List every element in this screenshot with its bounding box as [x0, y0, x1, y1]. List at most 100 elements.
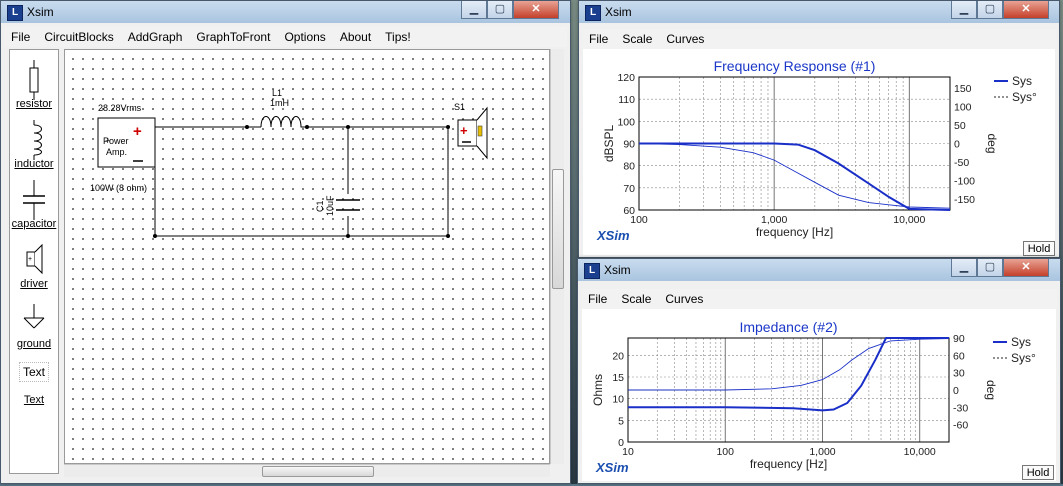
- minimize-button[interactable]: ▁: [951, 1, 977, 19]
- legend-label: Sys: [1011, 335, 1031, 349]
- y2-tick-label: 60: [953, 350, 965, 362]
- xsim-app-icon: L: [7, 5, 23, 21]
- minimize-button[interactable]: ▁: [951, 259, 977, 277]
- close-button[interactable]: ✕: [1003, 1, 1049, 19]
- svg-text:+: +: [28, 256, 32, 263]
- imp-graph-area: 10 100 1,000 10,000 20 15 10 5 0 90 60 30 0 -30 -60 Imp…: [582, 309, 1056, 481]
- palette-resistor[interactable]: resistor: [10, 60, 58, 115]
- circuit-wires: [154, 126, 450, 237]
- y2-axis-label: deg: [985, 133, 999, 153]
- y2-axis-label: deg: [984, 380, 998, 400]
- menu-tips[interactable]: Tips!: [378, 27, 418, 44]
- x-axis-label: frequency [Hz]: [756, 225, 833, 239]
- freq-titlebar[interactable]: L Xsim ▁ ▢ ✕: [579, 1, 1059, 23]
- menu-graphtofront[interactable]: GraphToFront: [189, 27, 277, 44]
- capacitor-value: 10uF: [325, 195, 335, 216]
- y2-tick-label: 150: [954, 83, 972, 95]
- schematic-canvas[interactable]: + + 28.28Vrms Power Amp. 100W (8 ohm) L1…: [64, 49, 550, 464]
- inductor-l1[interactable]: [247, 116, 307, 128]
- window-title: Xsim: [27, 5, 54, 19]
- capacitor-icon: [23, 180, 45, 220]
- chart-title: Impedance (#2): [739, 319, 837, 335]
- palette-label-driver: driver: [20, 278, 48, 290]
- menu-file[interactable]: File: [581, 289, 614, 306]
- frequency-response-chart: 100 1,000 10,00012011010090807060150100500…: [596, 58, 1037, 243]
- x-axis-label: frequency [Hz]: [750, 457, 827, 471]
- window-title: Xsim: [604, 263, 631, 277]
- y-tick-label: 20: [612, 350, 624, 362]
- y-tick-label: 10: [612, 394, 624, 406]
- circuit-titlebar[interactable]: L Xsim ▁ ▢ ✕: [1, 1, 570, 23]
- canvas-vertical-scrollbar[interactable]: [550, 49, 564, 464]
- menu-curves[interactable]: Curves: [659, 29, 711, 46]
- palette-label-inductor: inductor: [14, 158, 54, 170]
- palette-driver[interactable]: + driver: [10, 240, 58, 295]
- menu-addgraph[interactable]: AddGraph: [121, 27, 190, 44]
- palette-ground[interactable]: ground: [10, 300, 58, 355]
- frequency-response-window: L Xsim ▁ ▢ ✕ File Scale Curves 100 1,000 10,…: [578, 0, 1060, 258]
- wire-junctions: [153, 125, 450, 238]
- menu-file[interactable]: File: [582, 29, 615, 46]
- y-tick-label: 120: [617, 72, 635, 84]
- vertical-scroll-thumb[interactable]: [552, 169, 564, 289]
- canvas-horizontal-scrollbar[interactable]: [64, 464, 550, 477]
- xsim-brand-label: XSim: [596, 228, 630, 243]
- y-tick-label: 5: [618, 415, 624, 427]
- y-tick-label: 100: [617, 116, 635, 128]
- menu-curves[interactable]: Curves: [658, 289, 710, 306]
- menu-options[interactable]: Options: [277, 27, 332, 44]
- maximize-button[interactable]: ▢: [977, 259, 1003, 277]
- legend-label: Sys°: [1011, 351, 1036, 365]
- amp-line2: Amp.: [106, 147, 127, 157]
- xsim-brand-label: XSim: [595, 460, 629, 475]
- x-tick-label: 10,000: [893, 214, 925, 226]
- menu-file[interactable]: File: [4, 27, 37, 44]
- minimize-button[interactable]: ▁: [461, 1, 487, 19]
- y-axis-label: dBSPL: [602, 124, 616, 162]
- amp-line1: Power: [103, 136, 129, 146]
- y-tick-label: 70: [623, 183, 635, 195]
- close-button[interactable]: ✕: [1003, 259, 1049, 277]
- maximize-button[interactable]: ▢: [487, 1, 513, 19]
- menu-about[interactable]: About: [333, 27, 378, 44]
- palette-label-capacitor: capacitor: [11, 218, 57, 230]
- amp-plus-sign: +: [133, 123, 142, 140]
- imp-titlebar[interactable]: L Xsim ▁ ▢ ✕: [578, 259, 1060, 281]
- close-button[interactable]: ✕: [513, 1, 559, 19]
- hold-button[interactable]: Hold: [1022, 465, 1054, 480]
- speaker-driver-s1[interactable]: +: [457, 106, 488, 160]
- freq-graph-area: 100 1,000 10,000 120 110 100 90 80 70 60 150 100 50 0…: [583, 49, 1055, 256]
- menu-scale[interactable]: Scale: [614, 289, 658, 306]
- x-tick-label: 10,000: [904, 446, 936, 458]
- y2-tick-label: -30: [953, 402, 968, 414]
- circuit-menubar: File CircuitBlocks AddGraph GraphToFront Opt…: [4, 27, 567, 47]
- y2-tick-label: -100: [954, 175, 975, 187]
- palette-capacitor[interactable]: capacitor: [10, 180, 58, 235]
- menu-circuitblocks[interactable]: CircuitBlocks: [37, 27, 120, 44]
- palette-text[interactable]: Text Text: [10, 362, 58, 417]
- maximize-button[interactable]: ▢: [977, 1, 1003, 19]
- y2-tick-label: -50: [954, 157, 969, 169]
- menu-scale[interactable]: Scale: [615, 29, 659, 46]
- capacitor-name: C1: [315, 200, 325, 212]
- inductor-name: L1: [272, 88, 282, 98]
- y2-tick-label: 0: [954, 139, 960, 151]
- y2-tick-label: 30: [953, 368, 965, 380]
- y-tick-label: 80: [623, 161, 635, 173]
- palette-inductor[interactable]: inductor: [10, 120, 58, 175]
- impedance-chart: 10 100 1,000 10,000201510509060300-30-60Imp…: [591, 319, 1036, 475]
- component-palette: resistor inductor capacitor + driver gro…: [9, 49, 59, 474]
- circuit-window: L Xsim ▁ ▢ ✕ File CircuitBlocks AddGraph Gr…: [0, 0, 571, 484]
- capacitor-c1[interactable]: [336, 199, 360, 211]
- amp-power-label: 100W (8 ohm): [90, 183, 147, 193]
- palette-label-ground: ground: [16, 338, 52, 350]
- text-box-icon: Text: [19, 362, 49, 382]
- freq-menubar: File Scale Curves: [582, 29, 1056, 49]
- series-line-sys: [628, 337, 949, 412]
- horizontal-scroll-thumb[interactable]: [262, 466, 374, 477]
- y-tick-label: 60: [623, 205, 635, 217]
- amp-voltage-label: 28.28Vrms: [98, 103, 142, 113]
- hold-button[interactable]: Hold: [1023, 241, 1055, 256]
- imp-menubar: File Scale Curves: [581, 289, 1057, 309]
- legend-label: Sys°: [1012, 90, 1037, 104]
